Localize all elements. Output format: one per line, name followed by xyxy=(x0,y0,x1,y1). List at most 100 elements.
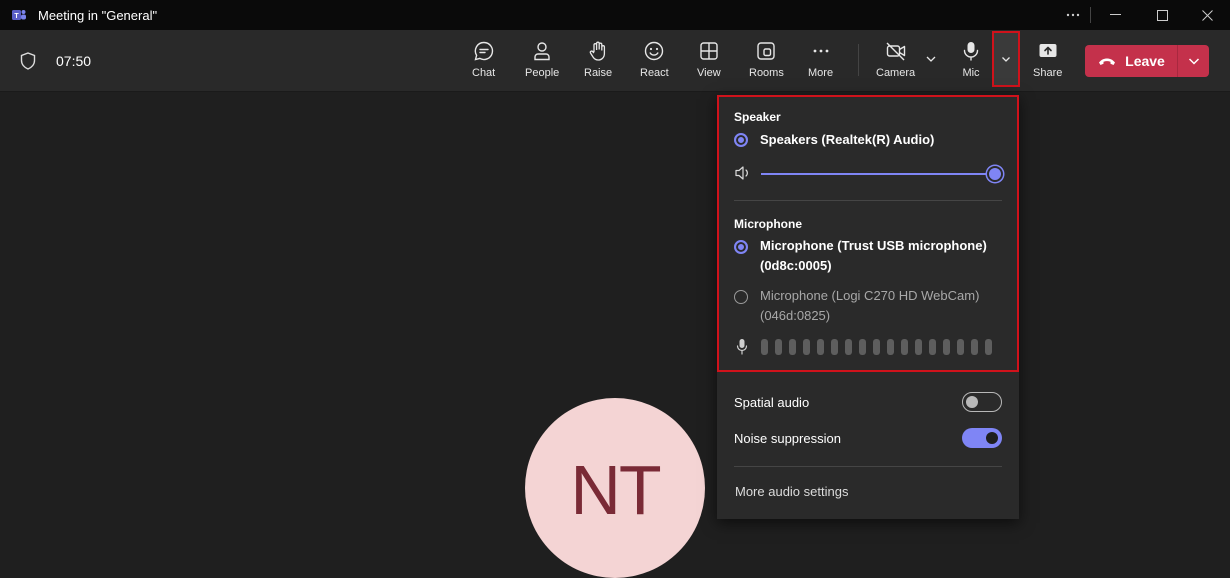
mic-level-icon xyxy=(736,339,748,355)
mic-level-bar xyxy=(957,339,964,355)
rooms-label: Rooms xyxy=(749,67,784,79)
speaker-volume-track[interactable] xyxy=(761,173,994,175)
more-label: More xyxy=(808,67,834,79)
speaker-heading: Speaker xyxy=(734,110,781,124)
mic-level-bar xyxy=(831,339,838,355)
speaker-volume-thumb[interactable] xyxy=(987,166,1003,182)
section-divider xyxy=(734,466,1002,467)
mic-level-bar xyxy=(887,339,894,355)
mic-label: Mic xyxy=(962,67,980,79)
chevron-down-icon xyxy=(1188,58,1199,65)
react-label: React xyxy=(640,67,669,79)
view-button[interactable]: View xyxy=(697,40,721,84)
maximize-icon xyxy=(1156,9,1168,21)
share-icon xyxy=(1039,44,1057,57)
minimize-icon xyxy=(1109,14,1121,15)
toggle-knob xyxy=(986,432,998,444)
mic-option-trust-radio[interactable] xyxy=(734,240,748,254)
mic-level-bar xyxy=(929,339,936,355)
people-label: People xyxy=(525,67,560,79)
close-icon xyxy=(1201,9,1213,21)
mic-options-dropdown[interactable] xyxy=(992,31,1020,87)
mic-icon xyxy=(963,42,979,61)
spatial-audio-toggle[interactable] xyxy=(962,392,1002,412)
mic-level-bar xyxy=(859,339,866,355)
mic-level-bar xyxy=(943,339,950,355)
more-button[interactable]: More xyxy=(808,40,833,84)
more-icon xyxy=(813,49,828,53)
mic-level-bar xyxy=(901,339,908,355)
camera-button[interactable]: Camera xyxy=(876,40,915,84)
mic-option-logi-name: Microphone (Logi C270 HD WebCam) xyxy=(760,288,980,303)
minimize-button[interactable] xyxy=(1092,0,1138,30)
title-bar: T Meeting in "General" xyxy=(0,0,1230,30)
mic-option-trust-label[interactable]: Microphone (Trust USB microphone) (0d8c:… xyxy=(760,236,1005,276)
mic-level-bar xyxy=(985,339,992,355)
spatial-audio-label: Spatial audio xyxy=(734,395,810,410)
share-button[interactable]: Share xyxy=(1033,40,1062,84)
raise-hand-button[interactable]: Raise xyxy=(584,40,612,84)
close-button[interactable] xyxy=(1184,0,1230,30)
raise-label: Raise xyxy=(584,67,613,79)
chevron-down-icon xyxy=(1002,57,1010,62)
meeting-toolbar: 07:50 Chat People Raise React View Rooms… xyxy=(0,30,1230,92)
mic-level-bar xyxy=(873,339,880,355)
chat-label: Chat xyxy=(472,67,496,79)
audio-device-panel: Speaker Speakers (Realtek(R) Audio) Micr… xyxy=(717,95,1019,519)
microphone-heading: Microphone xyxy=(734,217,802,231)
more-icon xyxy=(1066,13,1080,17)
mic-level-bar xyxy=(775,339,782,355)
shield-icon[interactable] xyxy=(20,52,36,70)
view-label: View xyxy=(697,67,721,79)
phone-hangup-icon xyxy=(1099,58,1116,65)
toolbar-separator xyxy=(858,44,859,76)
people-button[interactable]: People xyxy=(525,40,559,84)
noise-suppression-toggle[interactable] xyxy=(962,428,1002,448)
more-audio-settings-link[interactable]: More audio settings xyxy=(735,484,848,499)
meeting-timer: 07:50 xyxy=(56,53,92,69)
teams-logo: T xyxy=(12,10,26,20)
window-title: Meeting in "General" xyxy=(38,8,158,23)
svg-text:T: T xyxy=(14,13,19,20)
camera-options-chevron-icon[interactable] xyxy=(924,52,938,66)
mic-option-logi-id: (046d:0825) xyxy=(760,308,831,323)
avatar-initials: NT xyxy=(570,451,661,529)
speaker-option-label[interactable]: Speakers (Realtek(R) Audio) xyxy=(760,130,1005,150)
mic-button[interactable]: Mic xyxy=(960,40,982,84)
mic-level-meter xyxy=(761,339,992,355)
speaker-volume-icon xyxy=(735,166,748,180)
maximize-button[interactable] xyxy=(1139,0,1185,30)
mic-option-trust-name: Microphone (Trust USB microphone) xyxy=(760,238,987,253)
mic-level-bar xyxy=(789,339,796,355)
mic-level-bar xyxy=(845,339,852,355)
mic-level-bar xyxy=(915,339,922,355)
noise-suppression-label: Noise suppression xyxy=(734,431,841,446)
leave-label: Leave xyxy=(1125,53,1165,69)
smiley-icon xyxy=(645,41,664,61)
camera-label: Camera xyxy=(876,67,916,79)
chat-icon xyxy=(474,41,493,61)
toggle-knob xyxy=(966,396,978,408)
mic-option-logi-label[interactable]: Microphone (Logi C270 HD WebCam) (046d:0… xyxy=(760,286,1005,326)
hand-icon xyxy=(589,41,606,61)
section-divider xyxy=(734,200,1002,201)
mic-option-logi-radio[interactable] xyxy=(734,290,748,304)
leave-button[interactable]: Leave xyxy=(1085,45,1177,77)
mic-level-bar xyxy=(803,339,810,355)
rooms-icon xyxy=(757,42,776,60)
leave-button-group: Leave xyxy=(1085,45,1209,77)
mic-level-bar xyxy=(817,339,824,355)
people-icon xyxy=(534,42,550,61)
mic-level-bar xyxy=(971,339,978,355)
share-label: Share xyxy=(1033,67,1063,79)
mic-option-trust-id: (0d8c:0005) xyxy=(760,258,832,273)
chat-button[interactable]: Chat xyxy=(472,40,495,84)
camera-off-icon xyxy=(886,42,905,61)
react-button[interactable]: React xyxy=(640,40,669,84)
speaker-option-radio[interactable] xyxy=(734,133,748,147)
leave-options-button[interactable] xyxy=(1178,45,1209,77)
mic-level-bar xyxy=(761,339,768,355)
rooms-button[interactable]: Rooms xyxy=(749,40,784,84)
title-separator xyxy=(1090,7,1091,23)
grid-icon xyxy=(700,42,718,60)
